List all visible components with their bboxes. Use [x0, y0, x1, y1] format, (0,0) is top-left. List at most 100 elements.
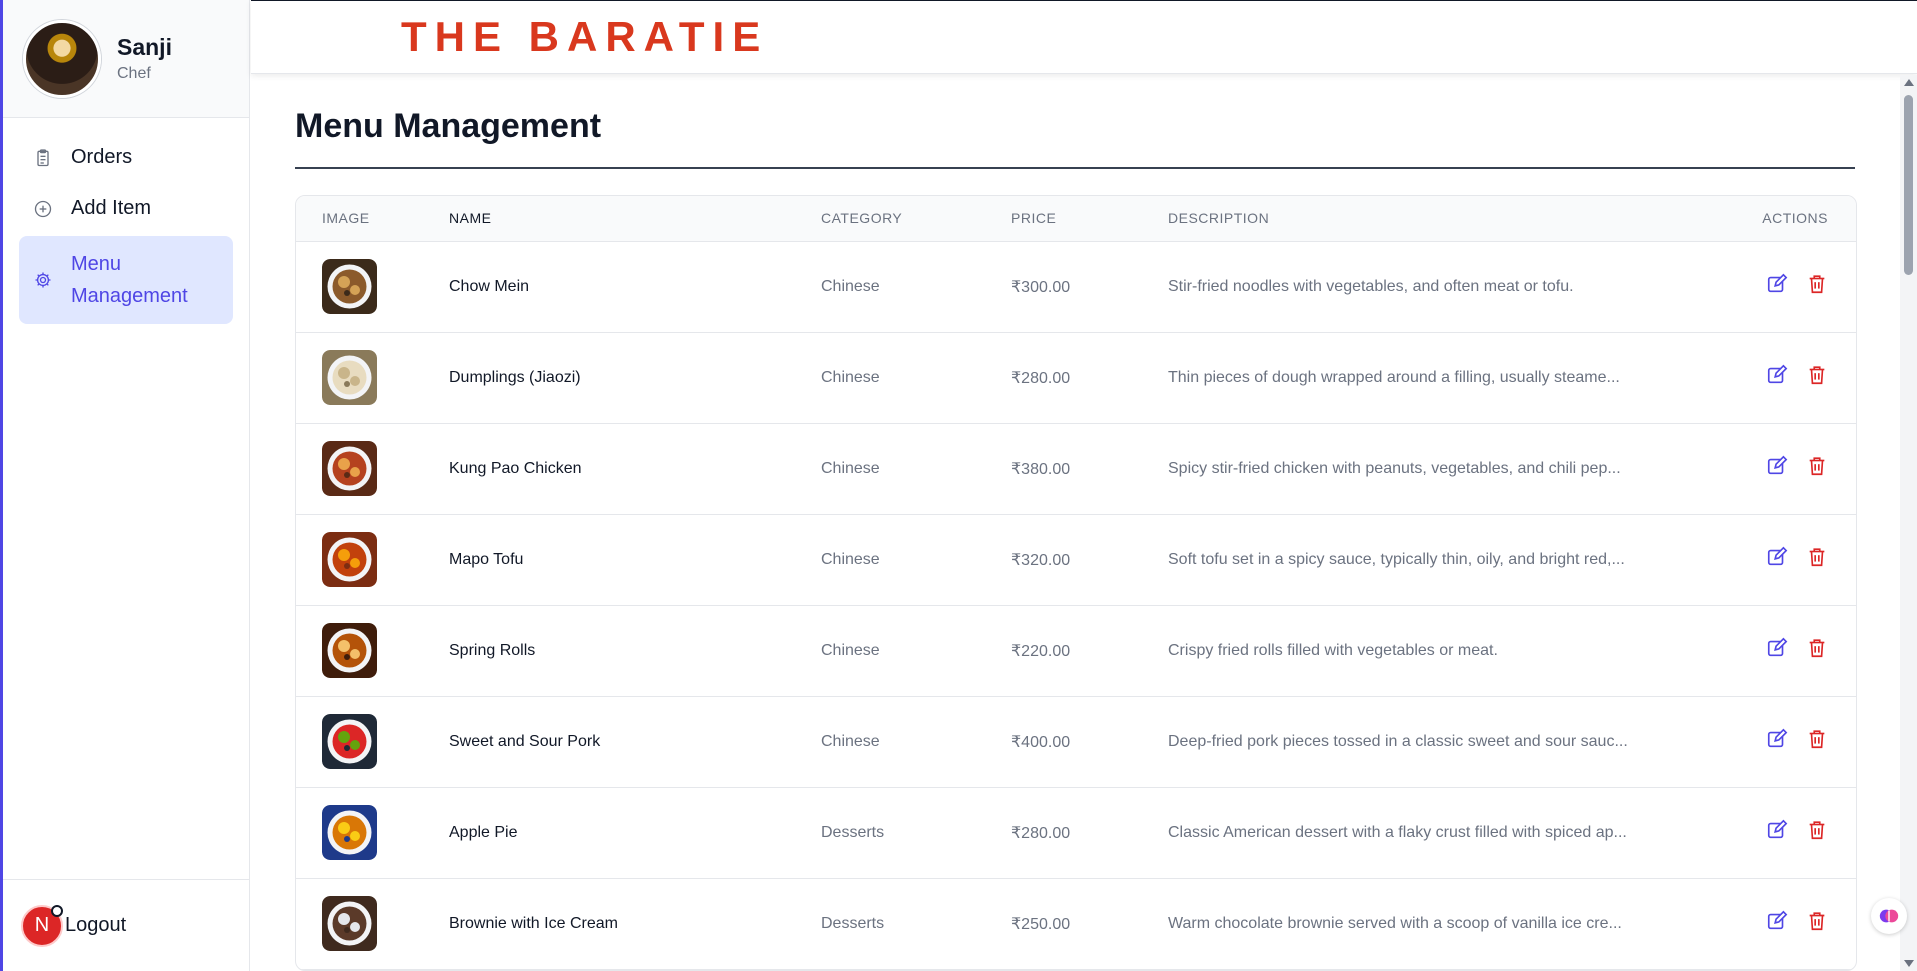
food-thumbnail [322, 532, 377, 587]
item-price: ₹320.00 [1011, 514, 1168, 606]
item-image-cell [296, 423, 449, 515]
status-dot [51, 904, 63, 917]
item-price: ₹220.00 [1011, 605, 1168, 697]
table-row: Kung Pao Chicken Chinese ₹380.00 Spicy s… [296, 423, 1856, 515]
title-divider [295, 167, 1855, 169]
sidebar-item-menu-management[interactable]: Menu Management [19, 236, 233, 324]
user-badge-letter: N [34, 914, 50, 936]
item-description-cell: Deep-fried pork pieces tossed in a class… [1168, 696, 1728, 788]
brand-title: THE BARATIE [401, 13, 769, 60]
menu-table: IMAGE NAME CATEGORY PRICE DESCRIPTION AC… [295, 195, 1857, 971]
trash-icon[interactable] [1806, 910, 1828, 932]
sidebar: Sanji Chef Orders Add Item Menu Manageme… [0, 0, 250, 971]
table-row: Sweet and Sour Pork Chinese ₹400.00 Deep… [296, 696, 1856, 788]
item-category: Chinese [821, 514, 1011, 606]
item-description-cell: Soft tofu set in a spicy sauce, typicall… [1168, 514, 1728, 606]
trash-icon[interactable] [1806, 637, 1828, 659]
trash-icon[interactable] [1806, 455, 1828, 477]
edit-icon[interactable] [1766, 910, 1788, 932]
trash-icon[interactable] [1806, 728, 1828, 750]
item-price: ₹280.00 [1011, 787, 1168, 879]
brain-icon [1879, 909, 1899, 923]
item-category: Desserts [821, 878, 1011, 970]
column-header-image: IMAGE [296, 196, 449, 242]
assistant-button[interactable] [1871, 898, 1907, 934]
item-actions [1728, 605, 1856, 697]
table-row: Chow Mein Chinese ₹300.00 Stir-fried noo… [296, 241, 1856, 333]
item-price: ₹250.00 [1011, 878, 1168, 970]
item-image-cell [296, 787, 449, 879]
edit-icon[interactable] [1766, 728, 1788, 750]
edit-icon[interactable] [1766, 364, 1788, 386]
item-category: Chinese [821, 241, 1011, 333]
edit-icon[interactable] [1766, 273, 1788, 295]
user-badge[interactable]: N [21, 904, 63, 947]
clipboard-icon [37, 148, 49, 166]
item-description: Classic American dessert with a flaky cr… [1168, 823, 1627, 841]
item-description: Warm chocolate brownie served with a sco… [1168, 914, 1622, 932]
profile-name: Sanji [117, 34, 172, 60]
edit-icon[interactable] [1766, 819, 1788, 841]
item-description-cell: Stir-fried noodles with vegetables, and … [1168, 241, 1728, 333]
scroll-thumb[interactable] [1904, 95, 1913, 275]
trash-icon[interactable] [1806, 273, 1828, 295]
gear-icon [35, 272, 51, 288]
food-thumbnail [322, 259, 377, 314]
food-thumbnail [322, 714, 377, 769]
item-description-cell: Warm chocolate brownie served with a sco… [1168, 878, 1728, 970]
edit-icon[interactable] [1766, 637, 1788, 659]
logout-button[interactable]: Logout [65, 914, 126, 937]
trash-icon[interactable] [1806, 546, 1828, 568]
item-name: Mapo Tofu [449, 514, 821, 606]
item-name: Apple Pie [449, 787, 821, 879]
item-image-cell [296, 878, 449, 970]
scroll-down-arrow-icon[interactable] [1904, 960, 1914, 967]
sidebar-nav: Orders Add Item Menu Management [3, 118, 249, 324]
sidebar-item-label: Orders [71, 146, 133, 168]
column-header-actions: ACTIONS [1728, 196, 1856, 242]
item-name: Chow Mein [449, 241, 821, 333]
item-actions [1728, 696, 1856, 788]
item-image-cell [296, 696, 449, 788]
food-thumbnail [322, 350, 377, 405]
sidebar-item-orders[interactable]: Orders [19, 134, 233, 181]
sidebar-item-add-item[interactable]: Add Item [19, 185, 233, 232]
item-description: Deep-fried pork pieces tossed in a class… [1168, 732, 1628, 750]
food-thumbnail [322, 441, 377, 496]
item-name: Dumplings (Jiaozi) [449, 332, 821, 424]
sidebar-footer: N Logout [3, 879, 249, 971]
item-price: ₹380.00 [1011, 423, 1168, 515]
item-image-cell [296, 514, 449, 606]
item-description: Thin pieces of dough wrapped around a fi… [1168, 368, 1620, 386]
item-name: Kung Pao Chicken [449, 423, 821, 515]
item-actions [1728, 241, 1856, 333]
item-actions [1728, 878, 1856, 970]
item-name: Sweet and Sour Pork [449, 696, 821, 788]
table-header-row: IMAGE NAME CATEGORY PRICE DESCRIPTION AC… [296, 196, 1856, 242]
sidebar-item-label: Menu Management [71, 253, 188, 307]
table-row: Brownie with Ice Cream Desserts ₹250.00 … [296, 878, 1856, 970]
item-description-cell: Crispy fried rolls filled with vegetable… [1168, 605, 1728, 697]
page-scrollbar[interactable] [1900, 75, 1917, 971]
item-description: Stir-fried noodles with vegetables, and … [1168, 277, 1574, 295]
trash-icon[interactable] [1806, 364, 1828, 386]
profile-card: Sanji Chef [3, 0, 249, 118]
table-row: Apple Pie Desserts ₹280.00 Classic Ameri… [296, 787, 1856, 879]
item-category: Desserts [821, 787, 1011, 879]
food-thumbnail [322, 896, 377, 951]
item-category: Chinese [821, 423, 1011, 515]
column-header-description: DESCRIPTION [1168, 196, 1728, 242]
trash-icon[interactable] [1806, 819, 1828, 841]
item-name: Spring Rolls [449, 605, 821, 697]
item-description-cell: Spicy stir-fried chicken with peanuts, v… [1168, 423, 1728, 515]
column-header-price: PRICE [1011, 196, 1168, 242]
item-price: ₹400.00 [1011, 696, 1168, 788]
food-thumbnail [322, 623, 377, 678]
item-category: Chinese [821, 696, 1011, 788]
edit-icon[interactable] [1766, 455, 1788, 477]
item-price: ₹300.00 [1011, 241, 1168, 333]
table-row: Spring Rolls Chinese ₹220.00 Crispy frie… [296, 605, 1856, 697]
scroll-up-arrow-icon[interactable] [1904, 79, 1914, 86]
table-row: Dumplings (Jiaozi) Chinese ₹280.00 Thin … [296, 332, 1856, 424]
edit-icon[interactable] [1766, 546, 1788, 568]
